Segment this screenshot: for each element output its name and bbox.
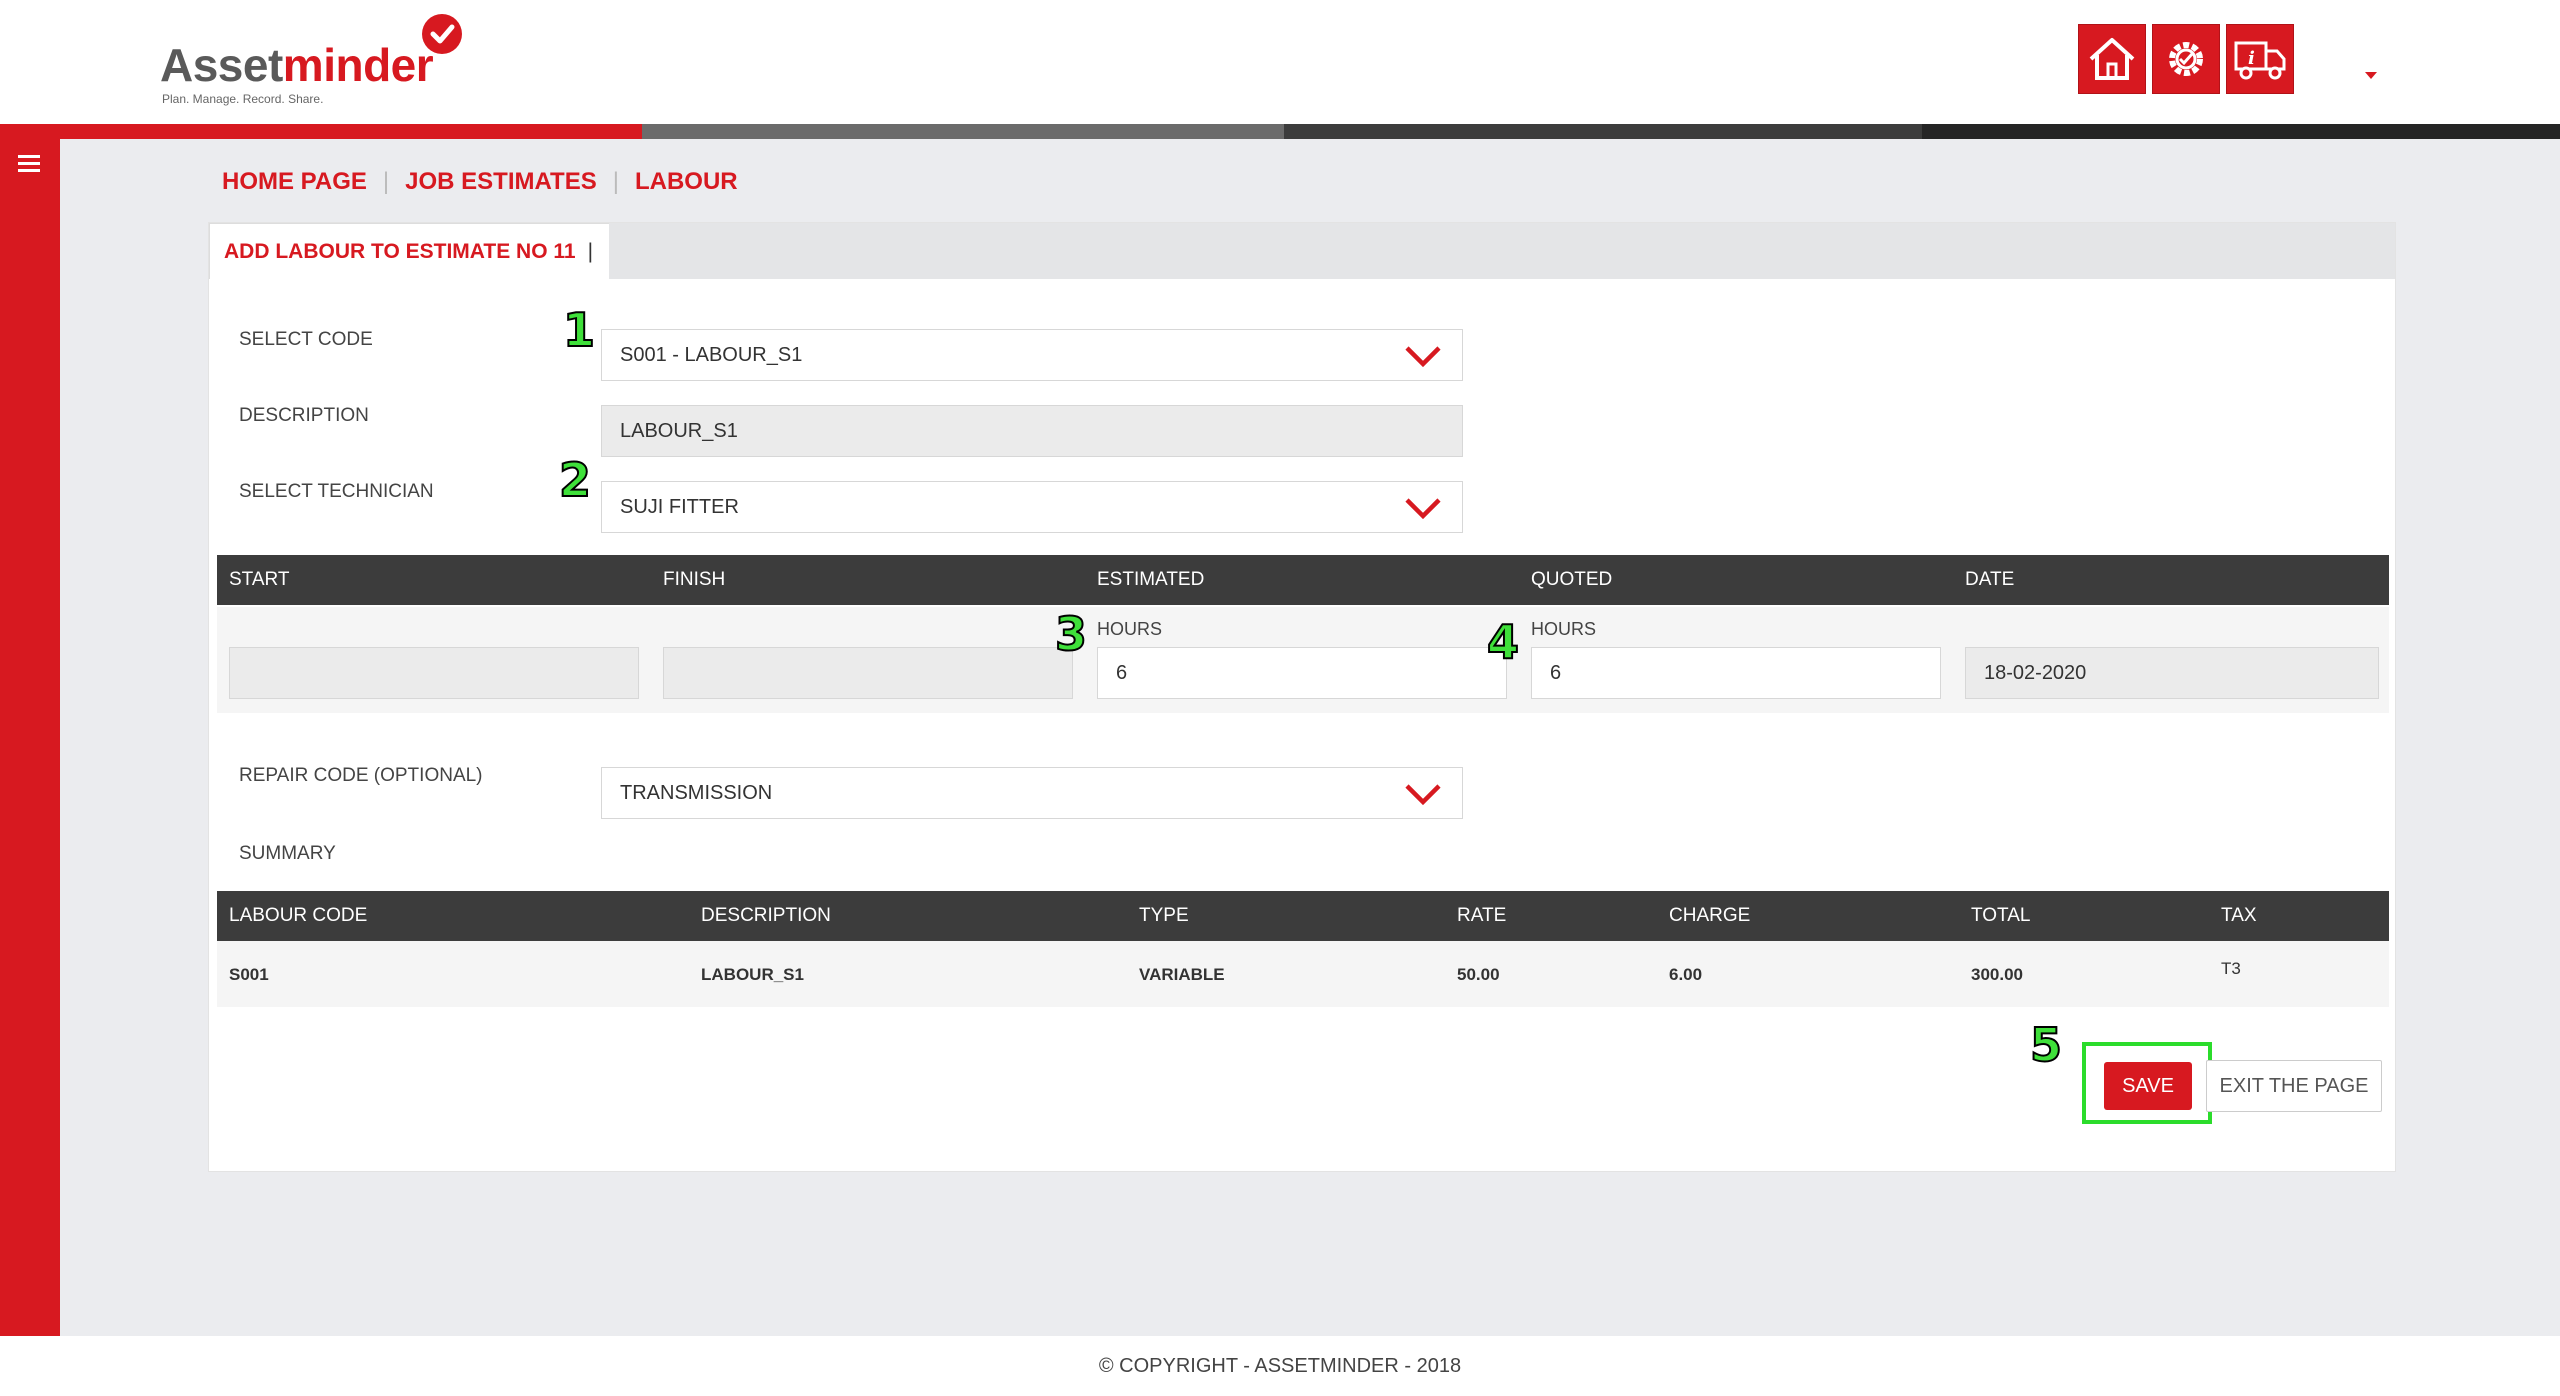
header-tax: TAX bbox=[2221, 905, 2257, 926]
header-stripe-dark bbox=[1284, 124, 1922, 139]
estimated-hours-label: HOURS bbox=[1097, 619, 1163, 639]
cell-rate: 50.00 bbox=[1457, 965, 1500, 984]
summary-label: SUMMARY bbox=[239, 843, 336, 864]
header-type: TYPE bbox=[1139, 905, 1189, 926]
quoted-hours-value: 6 bbox=[1550, 661, 1562, 684]
technician-value: SUJI FITTER bbox=[620, 495, 739, 518]
home-icon bbox=[2089, 38, 2135, 80]
summary-table-header: LABOUR CODE DESCRIPTION TYPE RATE CHARGE… bbox=[217, 891, 2389, 941]
tab-bar: ADD LABOUR TO ESTIMATE NO 11 | bbox=[209, 223, 2395, 279]
annotation-step-3: 3 bbox=[1054, 607, 1088, 661]
header-date: DATE bbox=[1965, 569, 2015, 590]
cell-charge: 6.00 bbox=[1669, 965, 1703, 984]
footer: © COPYRIGHT - ASSETMINDER - 2018 bbox=[0, 1336, 2560, 1396]
tab-bar-separator: | bbox=[587, 239, 594, 263]
select-technician-label: SELECT TECHNICIAN bbox=[239, 481, 434, 502]
finish-field[interactable] bbox=[663, 647, 1073, 699]
select-technician-dropdown[interactable]: SUJI FITTER bbox=[601, 481, 1463, 533]
svg-text:i: i bbox=[2248, 48, 2255, 69]
repair-code-label: REPAIR CODE (OPTIONAL) bbox=[239, 765, 483, 786]
quoted-hours-input[interactable]: 6 bbox=[1531, 647, 1941, 699]
header-labour-code: LABOUR CODE bbox=[229, 905, 368, 926]
header-quoted: QUOTED bbox=[1531, 569, 1613, 590]
date-value: 18-02-2020 bbox=[1984, 661, 2087, 684]
annotation-step-5: 5 bbox=[2029, 1018, 2063, 1072]
cell-type: VARIABLE bbox=[1139, 965, 1225, 984]
truck-info-icon: i bbox=[2234, 41, 2286, 80]
breadcrumb: HOME PAGE | JOB ESTIMATES | LABOUR bbox=[222, 168, 738, 196]
logo-tagline: Plan. Manage. Record. Share. bbox=[162, 92, 324, 106]
header-estimated: ESTIMATED bbox=[1097, 569, 1205, 590]
annotation-step-4: 4 bbox=[1486, 615, 1520, 669]
repair-code-dropdown[interactable]: TRANSMISSION bbox=[601, 767, 1463, 819]
start-field[interactable] bbox=[229, 647, 639, 699]
header-total: TOTAL bbox=[1971, 905, 2031, 926]
description-field[interactable]: LABOUR_S1 bbox=[601, 405, 1463, 457]
user-menu-caret-icon[interactable] bbox=[2365, 72, 2377, 79]
select-code-dropdown[interactable]: S001 - LABOUR_S1 bbox=[601, 329, 1463, 381]
add-labour-panel: ADD LABOUR TO ESTIMATE NO 11 | SELECT CO… bbox=[208, 222, 2396, 1172]
settings-button[interactable] bbox=[2152, 24, 2220, 94]
breadcrumb-job-estimates[interactable]: JOB ESTIMATES bbox=[405, 168, 597, 196]
exit-page-button[interactable]: EXIT THE PAGE bbox=[2206, 1060, 2382, 1112]
save-button[interactable]: SAVE bbox=[2104, 1062, 2192, 1110]
copyright-text: © COPYRIGHT - ASSETMINDER - 2018 bbox=[1098, 1354, 1462, 1377]
repair-code-value: TRANSMISSION bbox=[620, 781, 773, 804]
header-description: DESCRIPTION bbox=[701, 905, 831, 926]
chevron-down-icon bbox=[1405, 784, 1441, 806]
logo-word-minder: minder bbox=[282, 39, 434, 91]
breadcrumb-home-page[interactable]: HOME PAGE bbox=[222, 168, 367, 196]
date-field[interactable]: 18-02-2020 bbox=[1965, 647, 2379, 699]
quoted-hours-label: HOURS bbox=[1531, 619, 1597, 639]
estimated-hours-input[interactable]: 6 bbox=[1097, 647, 1507, 699]
header-start: START bbox=[229, 569, 290, 590]
chevron-down-icon bbox=[1405, 498, 1441, 520]
annotation-step-2: 2 bbox=[558, 453, 592, 507]
logo-word-asset: Asset bbox=[160, 39, 283, 91]
tab-add-labour[interactable]: ADD LABOUR TO ESTIMATE NO 11 | bbox=[209, 223, 609, 279]
tab-title: ADD LABOUR TO ESTIMATE NO 11 bbox=[224, 239, 576, 263]
header-charge: CHARGE bbox=[1669, 905, 1751, 926]
table-row[interactable]: S001 LABOUR_S1 VARIABLE 50.00 6.00 300.0… bbox=[217, 941, 2389, 1007]
description-value: LABOUR_S1 bbox=[620, 419, 738, 442]
gear-icon bbox=[2169, 42, 2203, 76]
chevron-down-icon bbox=[1405, 346, 1441, 368]
top-header: Assetminder Plan. Manage. Record. Share.… bbox=[0, 0, 2560, 124]
logo-wordmark: Assetminder bbox=[160, 38, 434, 92]
annotation-step-1: 1 bbox=[562, 303, 596, 357]
select-code-value: S001 - LABOUR_S1 bbox=[620, 343, 803, 366]
cell-description: LABOUR_S1 bbox=[701, 965, 804, 984]
cell-tax: T3 bbox=[2221, 959, 2241, 978]
home-button[interactable] bbox=[2078, 24, 2146, 94]
estimated-hours-value: 6 bbox=[1116, 661, 1128, 684]
sidebar bbox=[0, 139, 60, 1336]
vehicle-info-button[interactable]: i bbox=[2226, 24, 2294, 94]
description-label: DESCRIPTION bbox=[239, 405, 369, 426]
breadcrumb-separator: | bbox=[382, 168, 390, 195]
select-code-label: SELECT CODE bbox=[239, 329, 373, 350]
time-table-header: START FINISH ESTIMATED QUOTED DATE bbox=[217, 555, 2389, 605]
cell-total: 300.00 bbox=[1971, 965, 2023, 984]
breadcrumb-labour[interactable]: LABOUR bbox=[635, 168, 738, 196]
time-table-row: HOURS 6 HOURS 6 18-02-2020 bbox=[217, 607, 2389, 713]
header-stripe-black bbox=[1922, 124, 2560, 139]
breadcrumb-separator: | bbox=[612, 168, 619, 195]
hamburger-icon[interactable] bbox=[18, 155, 42, 175]
cell-labour-code: S001 bbox=[229, 965, 269, 984]
checkmark-badge-icon bbox=[422, 14, 462, 54]
header-finish: FINISH bbox=[663, 569, 726, 590]
header-stripe-red bbox=[0, 124, 642, 139]
header-stripe-gray bbox=[642, 124, 1284, 139]
assetminder-logo[interactable]: Assetminder Plan. Manage. Record. Share. bbox=[160, 14, 480, 106]
header-rate: RATE bbox=[1457, 905, 1507, 926]
